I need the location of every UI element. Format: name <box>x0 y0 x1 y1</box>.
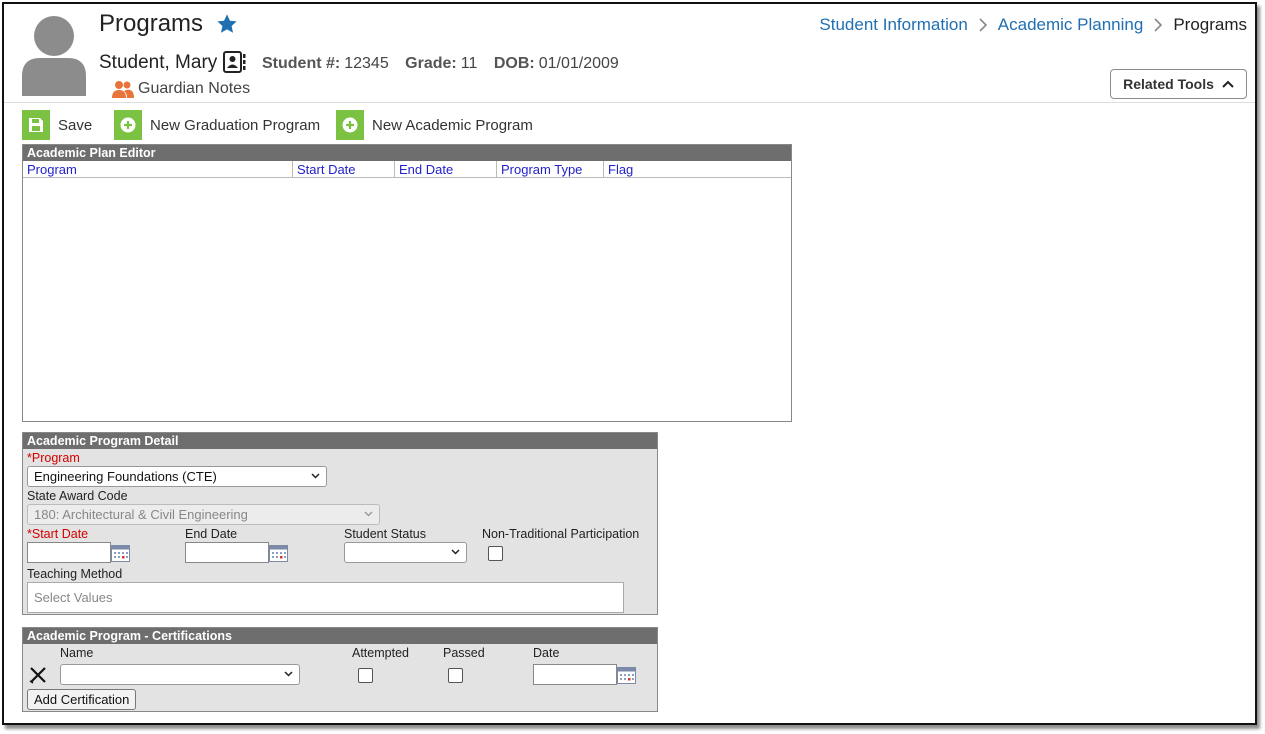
favorite-star-icon[interactable] <box>216 13 238 35</box>
plan-editor-title: Academic Plan Editor <box>23 145 791 161</box>
academic-program-certifications: Academic Program - Certifications Name A… <box>22 627 658 712</box>
student-status-select[interactable] <box>344 542 467 563</box>
cert-passed-checkbox[interactable] <box>448 668 463 683</box>
cert-name-label: Name <box>60 646 94 660</box>
student-number-label: Student #: <box>262 55 341 72</box>
chevron-up-icon <box>1222 80 1234 88</box>
breadcrumb-programs: Programs <box>1173 15 1247 34</box>
certifications-title: Academic Program - Certifications <box>23 628 657 644</box>
calendar-icon[interactable] <box>617 667 636 684</box>
save-label: Save <box>58 116 93 134</box>
chevron-down-icon <box>311 473 320 479</box>
add-certification-button[interactable]: Add Certification <box>27 689 137 710</box>
save-icon <box>22 110 50 140</box>
dob-label: DOB: <box>493 55 535 72</box>
grade-label: Grade: <box>405 55 457 72</box>
start-date-input[interactable] <box>27 542 111 563</box>
teaching-method-multiselect[interactable]: Select Values <box>27 582 624 613</box>
program-select-value: Engineering Foundations (CTE) <box>34 469 217 484</box>
student-number: 12345 <box>344 55 389 72</box>
column-program[interactable]: Program <box>23 161 293 177</box>
state-award-code-label: State Award Code <box>27 489 128 503</box>
column-program-type[interactable]: Program Type <box>497 161 604 177</box>
program-label: *Program <box>27 451 80 465</box>
grade-value: 11 <box>460 55 478 72</box>
delete-x-icon[interactable] <box>29 666 47 684</box>
non-traditional-participation-checkbox[interactable] <box>488 546 503 561</box>
breadcrumb-academic-planning[interactable]: Academic Planning <box>998 15 1144 35</box>
non-traditional-participation-label: Non-Traditional Participation <box>482 527 640 541</box>
related-tools-label: Related Tools <box>1123 76 1214 92</box>
contact-card-icon[interactable] <box>223 51 247 73</box>
calendar-icon[interactable] <box>269 545 288 562</box>
related-tools-button[interactable]: Related Tools <box>1110 69 1247 99</box>
cert-name-select[interactable] <box>60 664 300 685</box>
guardian-icon <box>112 81 134 98</box>
start-date-label: *Start Date <box>27 527 89 541</box>
cert-attempted-label: Attempted <box>352 646 409 660</box>
dob-value: 01/01/2009 <box>538 55 619 72</box>
chevron-right-icon <box>979 18 987 32</box>
program-select[interactable]: Engineering Foundations (CTE) <box>27 466 327 487</box>
add-circle-icon <box>336 110 364 140</box>
page-title: Programs <box>99 10 204 37</box>
column-end-date[interactable]: End Date <box>395 161 497 177</box>
plan-editor-columns: Program Start Date End Date Program Type… <box>23 161 791 178</box>
new-academic-program-button[interactable]: New Academic Program <box>336 110 533 140</box>
chevron-down-icon <box>451 549 460 555</box>
header-divider <box>4 102 1255 103</box>
teaching-method-label: Teaching Method <box>27 567 123 581</box>
cert-date-label: Date <box>533 646 560 660</box>
state-award-code-value: 180: Architectural & Civil Engineering <box>34 507 248 522</box>
cert-date-input[interactable] <box>533 664 617 685</box>
student-status-label: Student Status <box>344 527 427 541</box>
new-academic-program-label: New Academic Program <box>372 116 533 134</box>
academic-plan-editor: Academic Plan Editor Program Start Date … <box>22 144 792 422</box>
add-circle-icon <box>114 110 142 140</box>
end-date-label: End Date <box>185 527 238 541</box>
student-meta: Student #: 12345 Grade: 11 DOB: 01/01/2009 <box>262 55 631 73</box>
chevron-right-icon <box>1154 18 1163 32</box>
column-start-date[interactable]: Start Date <box>293 161 395 177</box>
state-award-code-select: 180: Architectural & Civil Engineering <box>27 504 380 525</box>
end-date-input[interactable] <box>185 542 269 563</box>
program-detail-title: Academic Program Detail <box>23 433 657 449</box>
calendar-icon[interactable] <box>111 545 130 562</box>
student-avatar <box>22 16 86 96</box>
cert-attempted-checkbox[interactable] <box>358 668 373 683</box>
breadcrumb: Student Information Academic Planning Pr… <box>819 15 1247 35</box>
guardian-notes-link[interactable]: Guardian Notes <box>138 80 250 98</box>
chevron-down-icon <box>284 671 293 677</box>
new-graduation-program-button[interactable]: New Graduation Program <box>114 110 320 140</box>
app-frame: Programs Student Information Academic Pl… <box>2 2 1257 725</box>
save-button[interactable]: Save <box>22 110 92 140</box>
academic-program-detail: Academic Program Detail *Program Enginee… <box>22 432 658 615</box>
breadcrumb-student-information[interactable]: Student Information <box>819 15 967 35</box>
cert-passed-label: Passed <box>443 646 485 660</box>
column-flag[interactable]: Flag <box>604 161 791 177</box>
student-name: Student, Mary <box>99 52 218 73</box>
chevron-down-icon <box>364 511 373 517</box>
new-graduation-program-label: New Graduation Program <box>150 116 321 134</box>
